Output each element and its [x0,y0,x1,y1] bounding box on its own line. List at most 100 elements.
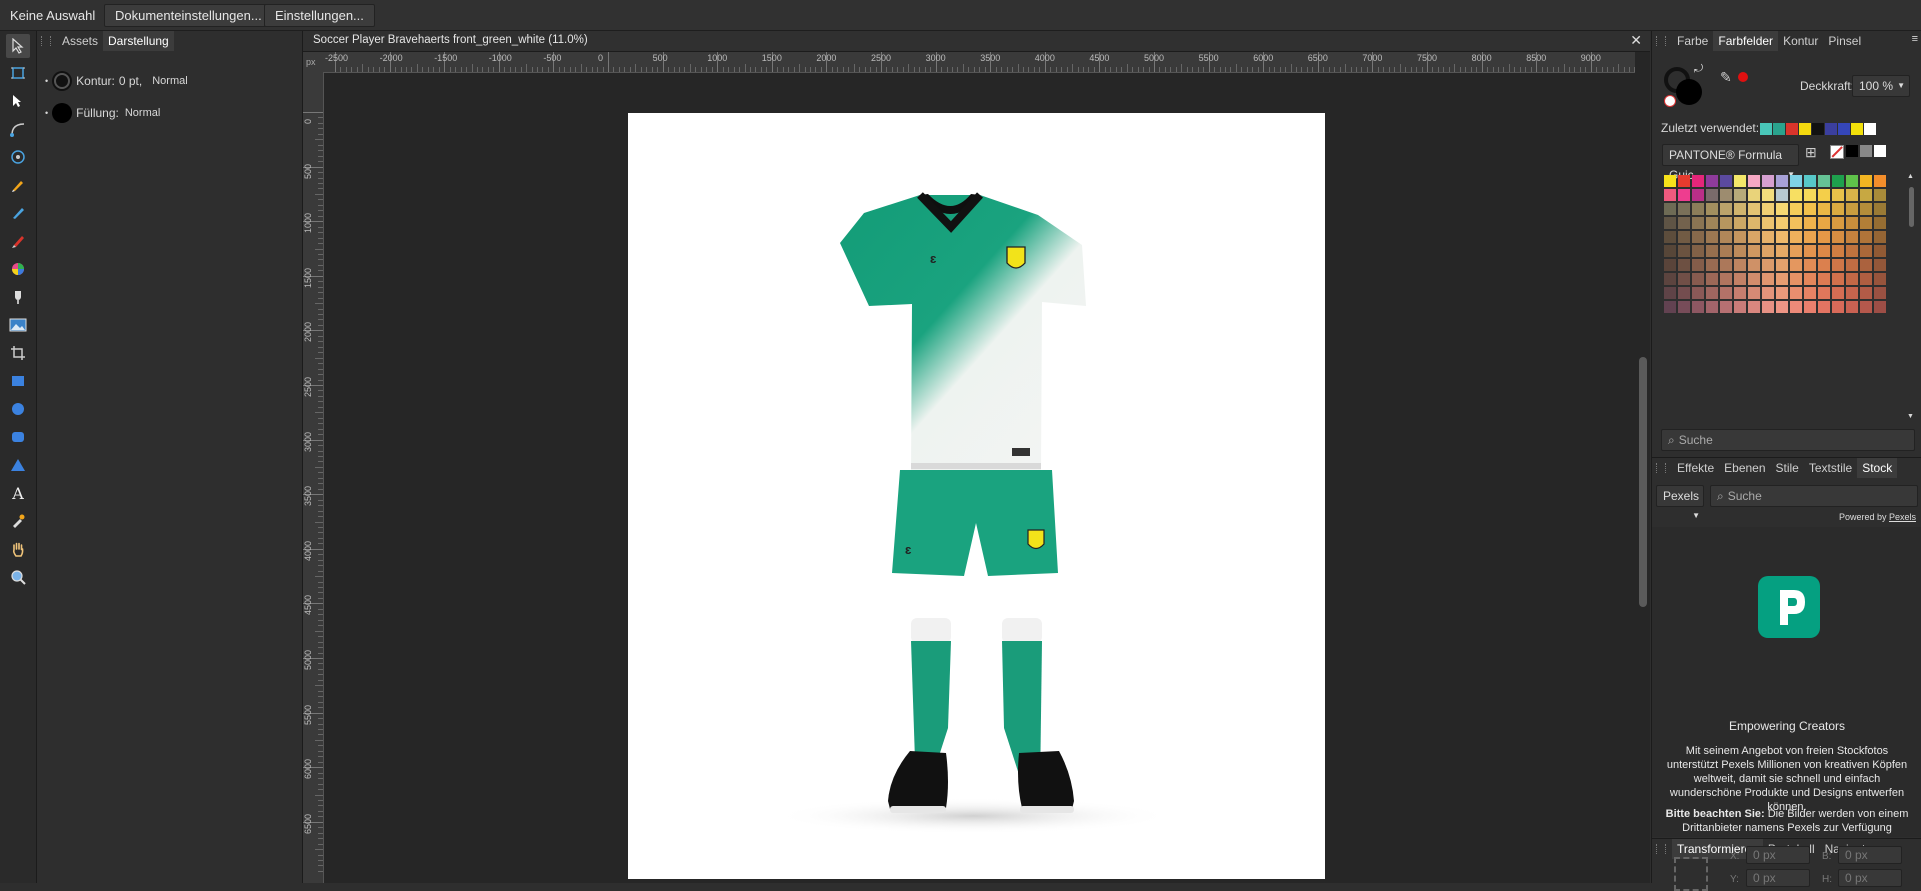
text-tool-icon[interactable]: A [6,481,30,505]
color-swatch[interactable] [1748,245,1760,257]
tab-layers[interactable]: Ebenen [1719,458,1770,478]
color-swatch[interactable] [1692,287,1704,299]
tab-brushes[interactable]: Pinsel [1823,31,1866,51]
color-swatch[interactable] [1664,301,1676,313]
tab-effects[interactable]: Effekte [1672,458,1719,478]
place-image-icon[interactable] [6,313,30,337]
rectangle-tool-icon[interactable] [6,369,30,393]
color-swatch[interactable] [1818,259,1830,271]
color-swatch[interactable] [1706,203,1718,215]
color-swatch[interactable] [1692,259,1704,271]
recent-color-swatch[interactable] [1773,123,1785,135]
color-swatch[interactable] [1678,189,1690,201]
stroke-blend-mode[interactable]: Normal [152,75,187,87]
color-swatch[interactable] [1832,217,1844,229]
color-swatch[interactable] [1706,217,1718,229]
color-swatch[interactable] [1804,287,1816,299]
swatch-scrollbar[interactable]: ▲ ▼ [1906,173,1918,433]
rounded-rectangle-tool-icon[interactable] [6,425,30,449]
color-swatch[interactable] [1692,189,1704,201]
swap-colors-icon[interactable]: ⤾ [1694,63,1703,76]
fill-color-icon[interactable] [1676,79,1702,105]
color-swatch[interactable] [1762,189,1774,201]
color-swatch[interactable] [1706,245,1718,257]
swatch-grid[interactable] [1664,175,1886,313]
color-swatch[interactable] [1748,287,1760,299]
triangle-tool-icon[interactable] [6,453,30,477]
color-swatch[interactable] [1776,203,1788,215]
color-swatch[interactable] [1860,301,1872,313]
color-swatch[interactable] [1846,189,1858,201]
y-position-field[interactable]: 0 px [1746,869,1810,887]
color-swatch[interactable] [1804,301,1816,313]
color-swatch[interactable] [1748,273,1760,285]
color-swatch[interactable] [1832,245,1844,257]
recent-color-swatch[interactable] [1838,123,1850,135]
no-color-icon[interactable] [1664,95,1676,107]
color-swatch[interactable] [1776,301,1788,313]
color-swatch[interactable] [1734,175,1746,187]
color-swatch[interactable] [1734,301,1746,313]
black-swatch[interactable] [1846,145,1858,157]
color-swatch[interactable] [1734,189,1746,201]
close-document-icon[interactable]: ✕ [1630,32,1642,49]
color-swatch[interactable] [1748,175,1760,187]
color-swatch[interactable] [1804,203,1816,215]
tab-styles[interactable]: Stile [1771,458,1804,478]
color-swatch[interactable] [1832,175,1844,187]
color-swatch[interactable] [1818,217,1830,229]
eyedropper-icon[interactable]: ✎ [1720,69,1732,86]
color-swatch[interactable] [1776,217,1788,229]
color-swatch[interactable] [1664,287,1676,299]
color-swatch[interactable] [1846,203,1858,215]
color-swatch[interactable] [1832,287,1844,299]
color-swatch[interactable] [1846,273,1858,285]
color-swatch[interactable] [1692,245,1704,257]
color-swatch[interactable] [1832,259,1844,271]
color-swatch[interactable] [1860,287,1872,299]
color-swatch[interactable] [1804,273,1816,285]
ellipse-tool-icon[interactable] [6,397,30,421]
color-swatch[interactable] [1678,287,1690,299]
tab-appearance[interactable]: Darstellung [103,31,174,51]
color-swatch[interactable] [1762,217,1774,229]
color-swatch[interactable] [1720,175,1732,187]
color-swatch[interactable] [1720,245,1732,257]
stock-search-input[interactable]: ⌕ Suche [1710,485,1918,507]
color-swatch[interactable] [1804,175,1816,187]
color-swatch[interactable] [1762,273,1774,285]
panel-grip-icon[interactable] [1656,463,1666,473]
color-swatch[interactable] [1804,217,1816,229]
recent-color-swatch[interactable] [1825,123,1837,135]
color-swatch[interactable] [1748,259,1760,271]
color-swatch[interactable] [1664,217,1676,229]
color-swatch[interactable] [1664,273,1676,285]
color-swatch[interactable] [1692,301,1704,313]
color-swatch[interactable] [1664,245,1676,257]
color-swatch[interactable] [1804,245,1816,257]
color-swatch[interactable] [1790,301,1802,313]
color-swatch[interactable] [1678,245,1690,257]
color-swatch[interactable] [1706,301,1718,313]
color-swatch[interactable] [1818,203,1830,215]
color-swatch[interactable] [1860,245,1872,257]
gray-swatch[interactable] [1860,145,1872,157]
color-swatch[interactable] [1720,259,1732,271]
zoom-tool-icon[interactable] [6,565,30,589]
recent-color-swatch[interactable] [1786,123,1798,135]
color-swatch[interactable] [1790,189,1802,201]
color-swatch[interactable] [1776,273,1788,285]
palette-options-icon[interactable]: ⊞ [1805,144,1817,161]
color-swatch[interactable] [1860,217,1872,229]
color-swatch[interactable] [1664,203,1676,215]
color-swatch[interactable] [1706,175,1718,187]
color-swatch[interactable] [1832,301,1844,313]
opacity-dropdown[interactable]: 100 % ▼ [1852,75,1910,97]
color-swatch[interactable] [1776,287,1788,299]
tab-assets[interactable]: Assets [57,31,103,51]
color-swatch[interactable] [1860,273,1872,285]
color-swatch[interactable] [1706,273,1718,285]
color-swatch[interactable] [1790,245,1802,257]
scrollbar-thumb[interactable] [1909,187,1914,227]
color-swatch[interactable] [1762,245,1774,257]
